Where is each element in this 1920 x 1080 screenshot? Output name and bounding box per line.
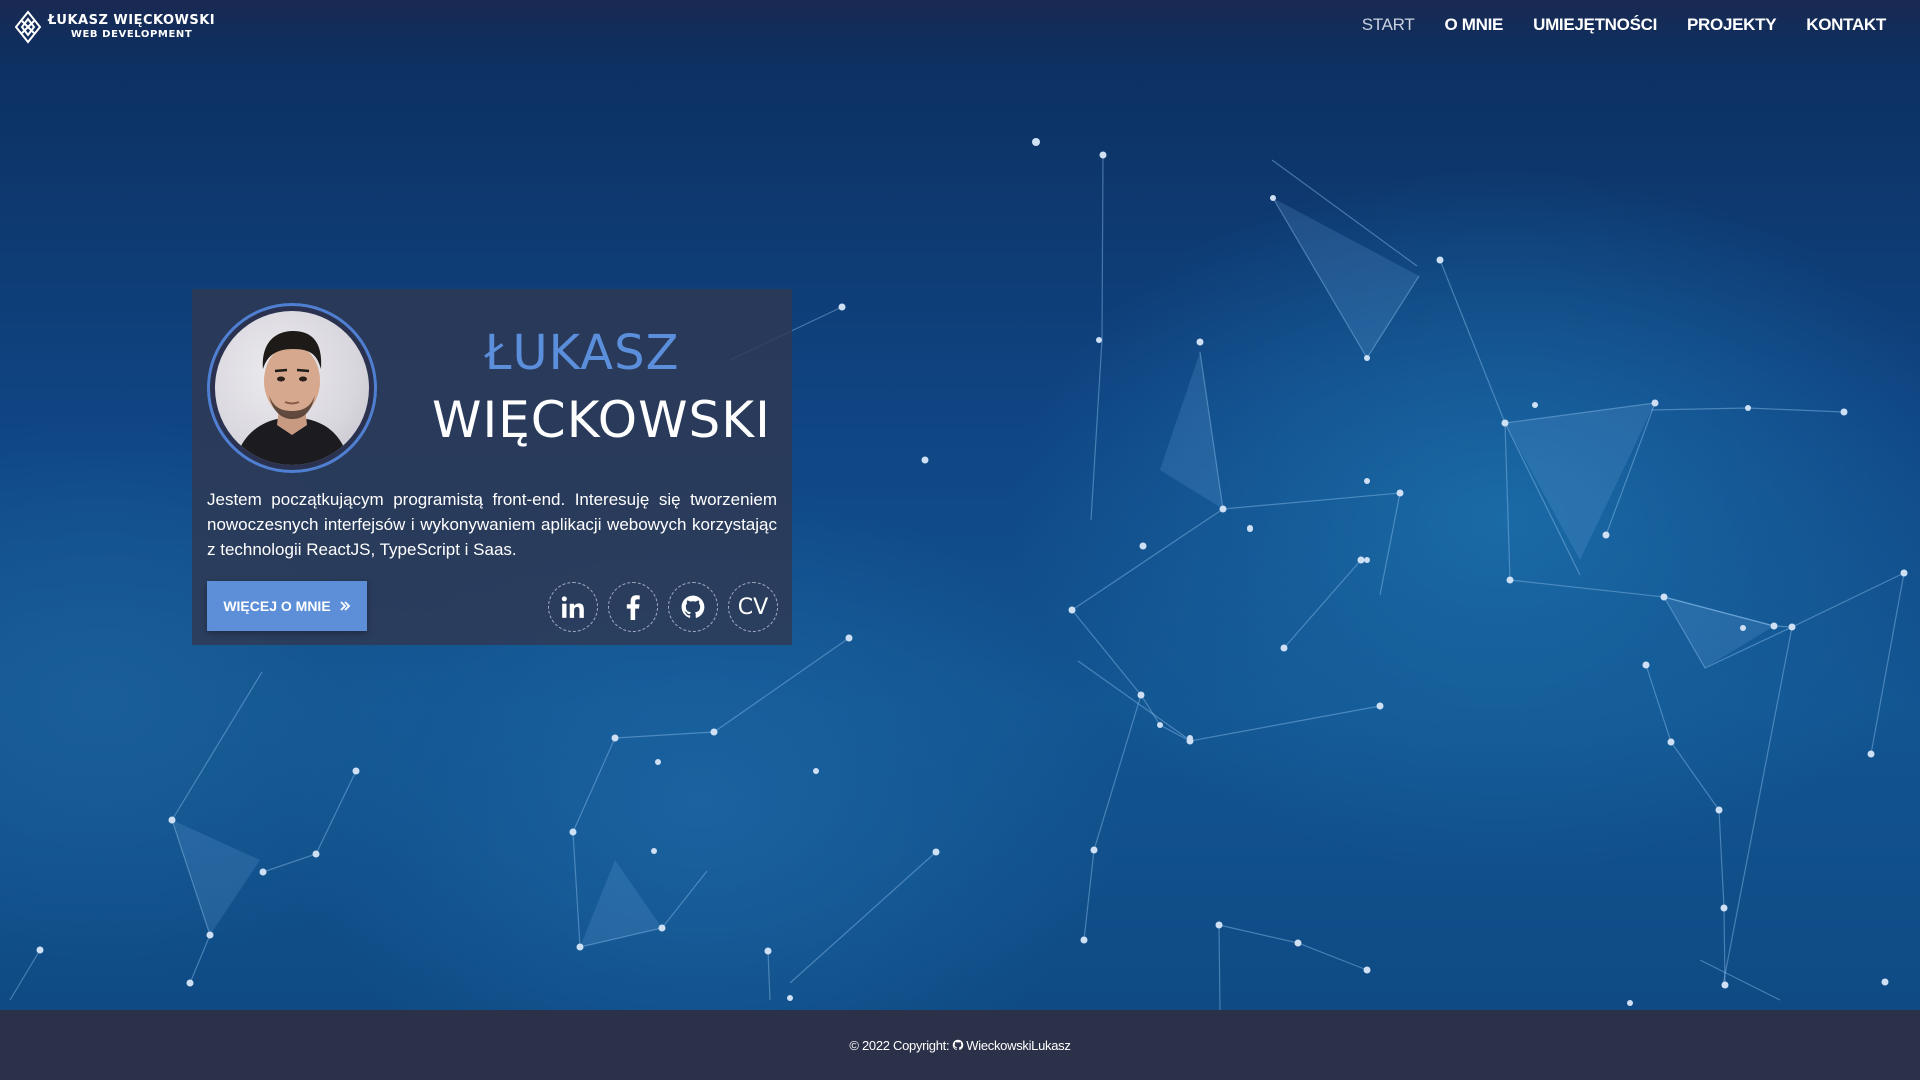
github-link[interactable]	[668, 582, 718, 632]
double-chevron-right-icon	[340, 601, 350, 611]
nav-item-umiejetnosci[interactable]: UMIEJĘTNOŚCI	[1533, 15, 1657, 35]
avatar-frame	[207, 303, 377, 473]
github-icon	[681, 595, 705, 618]
cv-label: CV	[737, 594, 769, 620]
facebook-link[interactable]	[608, 582, 658, 632]
nav-item-o-mnie[interactable]: O MNIE	[1444, 15, 1503, 35]
logo-diamond-icon	[14, 10, 42, 44]
profile-photo-icon	[235, 331, 349, 465]
hero-name: ŁUKASZ WIĘCKOWSKI	[432, 325, 771, 449]
linkedin-link[interactable]	[548, 582, 598, 632]
footer: © 2022 Copyright: WieckowskiLukasz	[0, 1010, 1920, 1080]
avatar	[215, 311, 369, 465]
social-links: CV	[548, 582, 778, 632]
cv-link[interactable]: CV	[728, 582, 778, 632]
brand-logo[interactable]: ŁUKASZ WIĘCKOWSKI WEB DEVELOPMENT	[14, 10, 215, 44]
bio-text: Jestem początkującym programistą front-e…	[207, 490, 777, 559]
nav-item-kontakt[interactable]: KONTAKT	[1806, 15, 1886, 35]
brand-subtitle: WEB DEVELOPMENT	[70, 29, 193, 40]
brand-text: ŁUKASZ WIĘCKOWSKI WEB DEVELOPMENT	[48, 14, 215, 40]
main-nav: START O MNIE UMIEJĘTNOŚCI PROJEKTY KONTA…	[1332, 15, 1887, 35]
footer-author-link[interactable]: WieckowskiLukasz	[952, 1037, 1071, 1053]
nav-item-start[interactable]: START	[1362, 15, 1415, 35]
brand-name: ŁUKASZ WIĘCKOWSKI	[48, 13, 216, 28]
copyright-text: © 2022 Copyright:	[849, 1037, 950, 1053]
last-name: WIĘCKOWSKI	[432, 391, 771, 449]
more-about-me-label: WIĘCEJ O MNIE	[223, 598, 331, 614]
top-navbar: ŁUKASZ WIĘCKOWSKI WEB DEVELOPMENT START …	[0, 0, 1920, 62]
footer-author: WieckowskiLukasz	[966, 1037, 1071, 1053]
github-icon	[953, 1039, 964, 1051]
first-name: ŁUKASZ	[484, 325, 680, 381]
intro-card: ŁUKASZ WIĘCKOWSKI Jestem początkującym p…	[192, 289, 792, 645]
facebook-icon	[626, 595, 640, 620]
more-about-me-button[interactable]: WIĘCEJ O MNIE	[207, 581, 367, 631]
nav-item-projekty[interactable]: PROJEKTY	[1687, 15, 1777, 35]
linkedin-icon	[561, 596, 584, 618]
